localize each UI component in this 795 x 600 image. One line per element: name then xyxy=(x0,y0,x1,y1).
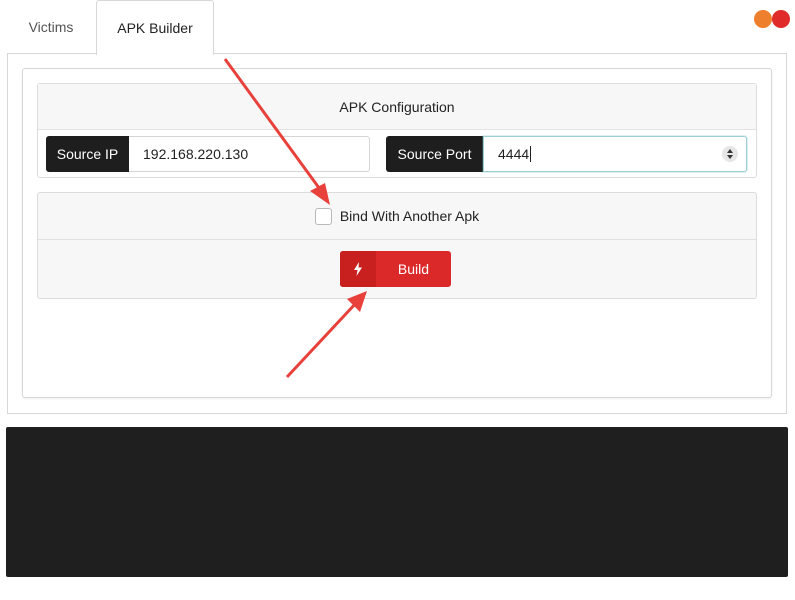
config-title: APK Configuration xyxy=(38,84,756,130)
source-port-input[interactable]: 4444 xyxy=(483,136,747,172)
tab-bar: Victims APK Builder xyxy=(0,0,795,55)
stepper-down-icon[interactable] xyxy=(727,155,733,159)
close-button[interactable] xyxy=(772,10,790,28)
source-port-label: Source Port xyxy=(386,136,483,172)
output-console xyxy=(6,427,788,577)
minimize-button[interactable] xyxy=(754,10,772,28)
source-port-value: 4444 xyxy=(498,146,530,162)
tab-apk-builder-label: APK Builder xyxy=(117,20,193,36)
bind-row: Bind With Another Apk xyxy=(38,193,756,240)
source-ip-value: 192.168.220.130 xyxy=(143,146,249,162)
source-ip-field: Source IP 192.168.220.130 xyxy=(46,136,370,172)
source-ip-input[interactable]: 192.168.220.130 xyxy=(129,136,370,172)
tab-victims[interactable]: Victims xyxy=(6,0,96,54)
build-label: Build xyxy=(397,261,430,277)
source-ip-label: Source IP xyxy=(46,136,129,172)
bind-label[interactable]: Bind With Another Apk xyxy=(340,208,479,224)
source-port-field: Source Port 4444 xyxy=(386,136,747,172)
build-button[interactable]: Build xyxy=(340,251,451,287)
text-caret xyxy=(530,146,532,162)
bind-checkbox[interactable] xyxy=(314,207,332,225)
tab-victims-label: Victims xyxy=(28,19,74,35)
number-stepper[interactable] xyxy=(722,146,738,162)
bolt-icon xyxy=(340,251,376,287)
window-controls xyxy=(754,10,790,28)
stepper-up-icon[interactable] xyxy=(727,149,733,153)
tab-apk-builder[interactable]: APK Builder xyxy=(96,0,214,55)
